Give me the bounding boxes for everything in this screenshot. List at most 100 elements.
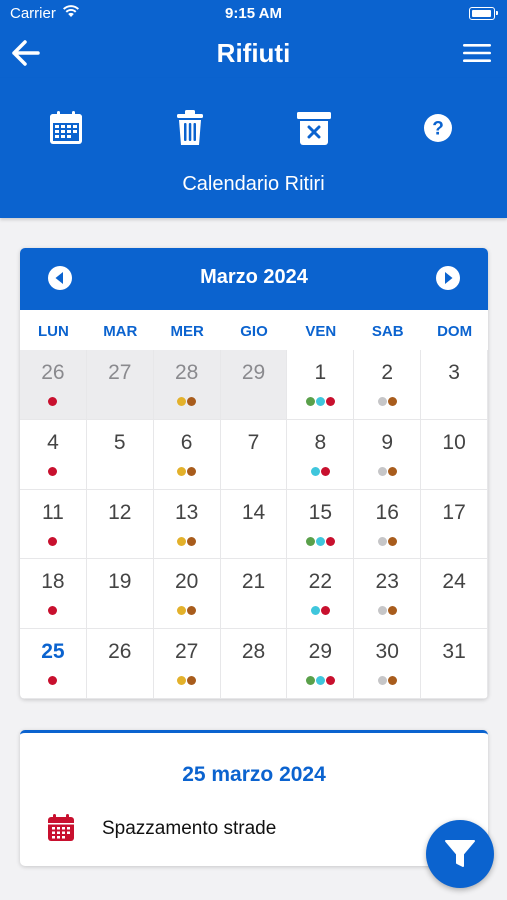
collection-dot-cyan	[315, 397, 325, 406]
day-cell[interactable]: 10	[421, 419, 488, 490]
day-cell[interactable]: 4	[20, 419, 87, 490]
day-cell[interactable]: 22	[287, 559, 355, 630]
collection-dots	[287, 397, 353, 406]
day-number: 9	[381, 430, 394, 454]
day-number: 4	[47, 430, 59, 454]
day-cell[interactable]: 5	[86, 419, 154, 490]
weekday-header: LUN MAR MER GIO VEN SAB DOM	[20, 310, 488, 350]
day-cell[interactable]: 11	[20, 489, 87, 560]
collection-dots	[154, 536, 220, 546]
day-cell[interactable]: 28	[220, 629, 288, 699]
collection-dot-red	[48, 466, 58, 476]
day-cell[interactable]: 26	[86, 629, 154, 699]
trash-icon[interactable]	[170, 108, 210, 148]
day-cell-today[interactable]: 25	[20, 629, 87, 699]
collection-dot-red	[320, 606, 330, 616]
bin-x-icon[interactable]	[294, 108, 334, 148]
collection-dots	[354, 397, 420, 406]
filter-button[interactable]	[426, 820, 494, 888]
collection-dot-red	[325, 397, 335, 406]
day-number: 20	[174, 570, 199, 594]
day-number: 2	[381, 361, 394, 384]
day-number: 12	[108, 500, 132, 524]
hamburger-menu-icon[interactable]	[461, 41, 493, 65]
day-cell[interactable]: 7	[220, 419, 288, 490]
next-month-icon[interactable]	[435, 265, 461, 291]
day-cell[interactable]: 8	[287, 419, 355, 490]
day-cell[interactable]: 20	[153, 559, 221, 630]
day-cell[interactable]: 1	[287, 350, 355, 420]
day-cell[interactable]: 9	[354, 419, 422, 490]
day-cell[interactable]: 3	[421, 350, 488, 420]
help-icon[interactable]: ?	[418, 108, 458, 148]
collection-dots	[20, 606, 86, 616]
collection-dot-red	[48, 676, 58, 686]
collection-dots	[154, 397, 220, 406]
collection-dot-brown	[387, 676, 397, 686]
day-cell[interactable]: 14	[220, 489, 288, 560]
collection-dots	[287, 466, 353, 476]
day-number: 11	[42, 500, 64, 524]
day-cell[interactable]: 27	[153, 629, 221, 699]
collection-dot-gray	[377, 397, 387, 406]
collection-dot-brown	[187, 397, 197, 406]
collection-dot-red	[48, 397, 58, 406]
day-cell[interactable]: 18	[20, 559, 87, 630]
day-cell[interactable]: 28	[153, 350, 221, 420]
day-cell[interactable]: 31	[421, 629, 488, 699]
category-toolbar: ? Calendario Ritiri	[0, 78, 507, 218]
day-cell[interactable]: 24	[421, 559, 488, 630]
day-number: 23	[375, 570, 399, 594]
day-cell[interactable]: 23	[354, 559, 422, 630]
day-cell[interactable]: 29	[220, 350, 288, 420]
collection-dot-yellow	[177, 676, 187, 686]
day-number: 16	[375, 500, 399, 524]
day-number: 24	[442, 570, 466, 594]
collection-dot-yellow	[177, 536, 187, 546]
collection-dots	[354, 466, 420, 476]
toolbar-subtitle: Calendario Ritiri	[182, 173, 325, 195]
day-cell[interactable]: 29	[287, 629, 355, 699]
day-cell[interactable]: 16	[354, 489, 422, 560]
calendar-grid: 26 27 28 29 1 2 3 4 5 6 7 8 9 10 11 12 13 14 15 16 17 18 19 20 2…	[20, 350, 488, 699]
day-number: 31	[442, 640, 466, 664]
day-number: 5	[113, 430, 126, 454]
collection-dot-brown	[187, 466, 197, 476]
day-number: 26	[108, 640, 132, 664]
day-number: 21	[241, 570, 266, 594]
collection-dot-brown	[387, 397, 397, 406]
day-cell[interactable]: 17	[421, 489, 488, 560]
collection-dots	[287, 536, 353, 546]
day-number: 17	[442, 500, 466, 524]
collection-dots	[154, 606, 220, 616]
day-cell[interactable]: 26	[20, 350, 87, 420]
collection-dot-green	[305, 676, 315, 686]
day-number: 13	[174, 500, 199, 524]
day-number: 27	[174, 640, 199, 664]
day-cell[interactable]: 30	[354, 629, 422, 699]
day-number: 22	[308, 570, 333, 594]
day-number: 3	[448, 361, 460, 384]
collection-dot-yellow	[177, 466, 187, 476]
day-number: 7	[247, 430, 260, 454]
day-number: 30	[375, 640, 399, 664]
day-cell[interactable]: 12	[86, 489, 154, 560]
day-cell[interactable]: 2	[354, 350, 422, 420]
day-number: 8	[314, 430, 327, 454]
day-cell[interactable]: 19	[86, 559, 154, 630]
weekday-label: GIO	[240, 323, 268, 340]
day-cell[interactable]: 6	[153, 419, 221, 490]
collection-dot-gray	[377, 536, 387, 546]
weekday-label: SAB	[371, 323, 404, 340]
day-cell[interactable]: 21	[220, 559, 288, 630]
day-cell[interactable]: 13	[153, 489, 221, 560]
svg-text:?: ?	[432, 119, 444, 140]
day-cell[interactable]: 15	[287, 489, 355, 560]
day-number: 19	[108, 570, 132, 594]
calendar-icon[interactable]	[46, 108, 86, 148]
day-number: 29	[241, 361, 266, 384]
collection-dot-cyan	[310, 466, 320, 476]
collection-dot-yellow	[177, 606, 187, 616]
calendar-icon	[46, 813, 76, 843]
day-cell[interactable]: 27	[86, 350, 154, 420]
